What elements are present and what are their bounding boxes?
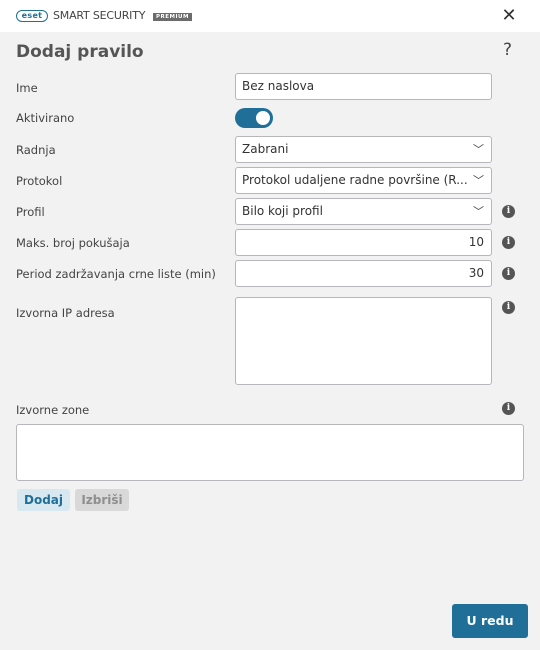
- blacklist-period-label: Period zadržavanja crne liste (min): [16, 267, 216, 281]
- chevron-down-icon: ﹀: [473, 174, 484, 187]
- info-icon[interactable]: i: [502, 301, 515, 314]
- toggle-knob: [256, 111, 270, 125]
- source-ip-textarea[interactable]: [235, 297, 492, 385]
- action-select[interactable]: Zabrani ﹀: [235, 136, 492, 163]
- page-title: Dodaj pravilo: [16, 42, 144, 62]
- name-label: Ime: [16, 81, 38, 95]
- name-input[interactable]: Bez naslova: [235, 73, 492, 100]
- close-icon[interactable]: ✕: [498, 5, 520, 27]
- blacklist-period-input[interactable]: 30: [235, 260, 492, 287]
- title-bar: eset SMART SECURITY PREMIUM ✕: [0, 0, 540, 32]
- product-name: SMART SECURITY: [53, 9, 146, 22]
- protocol-label: Protokol: [16, 174, 63, 188]
- source-zones-label: Izvorne zone: [16, 403, 90, 417]
- chevron-down-icon: ﹀: [473, 205, 484, 218]
- help-icon[interactable]: ?: [503, 40, 521, 62]
- source-ip-label: Izvorna IP adresa: [16, 306, 115, 320]
- profile-label: Profil: [16, 205, 45, 219]
- info-icon[interactable]: i: [502, 402, 515, 415]
- info-icon[interactable]: i: [502, 267, 515, 280]
- source-zones-list[interactable]: [16, 424, 524, 481]
- max-attempts-input[interactable]: 10: [235, 229, 492, 256]
- delete-button[interactable]: Izbriši: [75, 489, 129, 511]
- ok-button[interactable]: U redu: [452, 604, 528, 638]
- action-label: Radnja: [16, 143, 56, 157]
- profile-select[interactable]: Bilo koji profil ﹀: [235, 198, 492, 225]
- action-select-value: Zabrani: [242, 142, 289, 156]
- eset-logo: eset: [16, 10, 48, 22]
- enabled-toggle[interactable]: [235, 108, 273, 128]
- protocol-select[interactable]: Protokol udaljene radne površine (R... ﹀: [235, 167, 492, 194]
- product-tier-badge: PREMIUM: [153, 13, 192, 21]
- info-icon[interactable]: i: [502, 205, 515, 218]
- enabled-label: Aktivirano: [16, 111, 75, 125]
- max-attempts-label: Maks. broj pokušaja: [16, 236, 130, 250]
- info-icon[interactable]: i: [502, 236, 515, 249]
- add-button[interactable]: Dodaj: [17, 489, 70, 511]
- chevron-down-icon: ﹀: [473, 143, 484, 156]
- profile-select-value: Bilo koji profil: [242, 204, 323, 218]
- protocol-select-value: Protokol udaljene radne površine (R...: [242, 173, 468, 187]
